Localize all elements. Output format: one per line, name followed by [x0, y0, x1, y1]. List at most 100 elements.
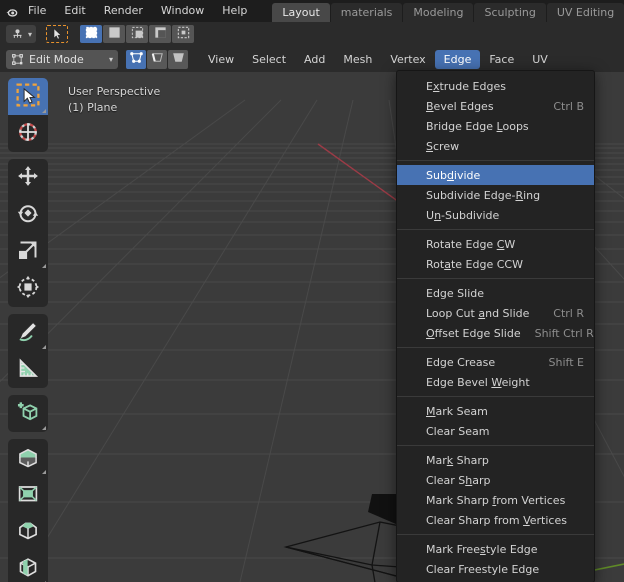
face-select-mode-button[interactable] — [168, 49, 188, 69]
menu-item-subdivide[interactable]: Subdivide — [397, 165, 594, 185]
menu-item-label: Mark Sharp — [426, 453, 489, 467]
menu-item-label: Bridge Edge Loops — [426, 119, 529, 133]
menu-item-label: Edge Bevel Weight — [426, 375, 530, 389]
menu-item-bridge-edge-loops[interactable]: Bridge Edge Loops — [397, 116, 594, 136]
select-intersect-button[interactable] — [172, 25, 195, 43]
workspace-tab-uv-editing[interactable]: UV Editing — [546, 3, 624, 22]
menu-item-label: Offset Edge Slide — [426, 326, 521, 340]
cursor-tool-button[interactable] — [8, 115, 48, 152]
menu-item-clear-sharp[interactable]: Clear Sharp — [397, 470, 594, 490]
select-extend-button[interactable] — [103, 25, 126, 43]
menu-item-label: Clear Seam — [426, 424, 490, 438]
menu-separator — [397, 445, 594, 446]
menu-item-loop-cut-and-slide[interactable]: Loop Cut and Slide Ctrl R — [397, 303, 594, 323]
menu-separator — [397, 347, 594, 348]
select-new-button[interactable] — [80, 25, 103, 44]
menu-item-clear-freestyle-edge[interactable]: Clear Freestyle Edge — [397, 559, 594, 579]
menu-item-clear-sharp-from-vertices[interactable]: Clear Sharp from Vertices — [397, 510, 594, 530]
measure-tool-button[interactable] — [8, 351, 48, 388]
pencil-annotate-icon — [16, 319, 40, 347]
menu-separator — [397, 534, 594, 535]
menu-item-label: Mark Sharp from Vertices — [426, 493, 566, 507]
topbar-menu-window[interactable]: Window — [152, 0, 213, 22]
loop-cut-icon — [16, 555, 40, 582]
viewport-toolbar — [8, 78, 48, 582]
cursor-tool-button[interactable] — [46, 25, 69, 43]
topbar-menu-edit[interactable]: Edit — [55, 0, 94, 22]
transform-pivot-dropdown[interactable]: ▾ — [6, 25, 37, 43]
menu-item-offset-edge-slide[interactable]: Offset Edge Slide Shift Ctrl R — [397, 323, 594, 343]
menu-item-shortcut: Shift E — [548, 355, 584, 369]
transform-pivot-icon — [13, 29, 22, 38]
viewport-menu-select[interactable]: Select — [243, 50, 295, 69]
workspace-tab-sculpting[interactable]: Sculpting — [474, 3, 546, 22]
viewport-menu-view[interactable]: View — [199, 50, 243, 69]
menu-item-bevel-edges[interactable]: Bevel Edges Ctrl B — [397, 96, 594, 116]
menu-item-rotate-edge-ccw[interactable]: Rotate Edge CCW — [397, 254, 594, 274]
menu-item-label: Subdivide Edge-Ring — [426, 188, 541, 202]
cursor-3d-icon — [16, 120, 40, 148]
workspace-tab-modeling[interactable]: Modeling — [403, 3, 474, 22]
vertex-select-mode-button[interactable] — [126, 49, 146, 69]
transform-tool-button[interactable] — [8, 270, 48, 307]
edge-select-mode-button[interactable] — [147, 49, 167, 69]
menu-item-label: Mark Freestyle Edge — [426, 542, 538, 556]
select-set-icon — [84, 25, 99, 44]
tool-submenu-indicator — [42, 109, 46, 113]
loop-cut-tool-button[interactable] — [8, 550, 48, 582]
viewport-menu-mesh[interactable]: Mesh — [334, 50, 381, 69]
viewport-menu-vertex[interactable]: Vertex — [381, 50, 434, 69]
chevron-down-icon: ▾ — [108, 54, 113, 64]
select-subtract-icon — [130, 25, 145, 44]
menu-item-mark-seam[interactable]: Mark Seam — [397, 401, 594, 421]
tool-group-0 — [8, 78, 48, 152]
menu-item-label: Loop Cut and Slide — [426, 306, 530, 320]
menu-item-label: Screw — [426, 139, 460, 153]
menu-item-edge-bevel-weight[interactable]: Edge Bevel Weight — [397, 372, 594, 392]
mesh-select-mode-group — [126, 49, 189, 69]
menu-item-edge-slide[interactable]: Edge Slide — [397, 283, 594, 303]
topbar-menu-help[interactable]: Help — [213, 0, 256, 22]
tool-submenu-indicator — [42, 345, 46, 349]
tweak-select-box-tool-button[interactable] — [8, 78, 48, 115]
scale-tool-button[interactable] — [8, 233, 48, 270]
viewport-menu-add[interactable]: Add — [295, 50, 334, 69]
select-invert-button[interactable] — [149, 25, 172, 43]
menu-item-label: Mark Seam — [426, 404, 488, 418]
topbar-menu-file[interactable]: File — [19, 0, 55, 22]
move-arrows-icon — [16, 164, 40, 192]
menu-item-rotate-edge-cw[interactable]: Rotate Edge CW — [397, 234, 594, 254]
vertex-select-icon — [129, 50, 144, 69]
workspace-tab-materials[interactable]: materials — [330, 3, 403, 22]
extrude-region-icon — [16, 444, 40, 472]
menu-item-un-subdivide[interactable]: Un-Subdivide — [397, 205, 594, 225]
blender-logo-icon[interactable] — [0, 0, 19, 22]
inset-faces-tool-button[interactable] — [8, 476, 48, 513]
tool-group-3 — [8, 395, 48, 432]
menu-item-mark-sharp[interactable]: Mark Sharp — [397, 450, 594, 470]
viewport-menu-edge[interactable]: Edge — [434, 49, 481, 69]
viewport-menu-uv[interactable]: UV — [523, 50, 557, 69]
menu-item-label: Edge Crease — [426, 355, 496, 369]
menu-item-edge-crease[interactable]: Edge Crease Shift E — [397, 352, 594, 372]
menu-item-mark-sharp-from-vertices[interactable]: Mark Sharp from Vertices — [397, 490, 594, 510]
menu-item-screw[interactable]: Screw — [397, 136, 594, 156]
tool-submenu-indicator — [42, 426, 46, 430]
rotate-tool-button[interactable] — [8, 196, 48, 233]
menu-item-extrude-edges[interactable]: Extrude Edges — [397, 76, 594, 96]
add-cube-tool-button[interactable] — [8, 395, 48, 432]
viewport-menu-face[interactable]: Face — [480, 50, 523, 69]
select-subtract-button[interactable] — [126, 25, 149, 44]
menu-item-label: Clear Sharp from Vertices — [426, 513, 567, 527]
extrude-region-tool-button[interactable] — [8, 439, 48, 476]
move-tool-button[interactable] — [8, 159, 48, 196]
menu-separator — [397, 278, 594, 279]
annotate-tool-button[interactable] — [8, 314, 48, 351]
menu-item-mark-freestyle-edge[interactable]: Mark Freestyle Edge — [397, 539, 594, 559]
mode-dropdown[interactable]: Edit Mode ▾ — [6, 49, 118, 69]
menu-item-clear-seam[interactable]: Clear Seam — [397, 421, 594, 441]
workspace-tab-layout[interactable]: Layout — [272, 3, 330, 22]
menu-item-subdivide-edge-ring[interactable]: Subdivide Edge-Ring — [397, 185, 594, 205]
bevel-tool-button[interactable] — [8, 513, 48, 550]
topbar-menu-render[interactable]: Render — [95, 0, 152, 22]
